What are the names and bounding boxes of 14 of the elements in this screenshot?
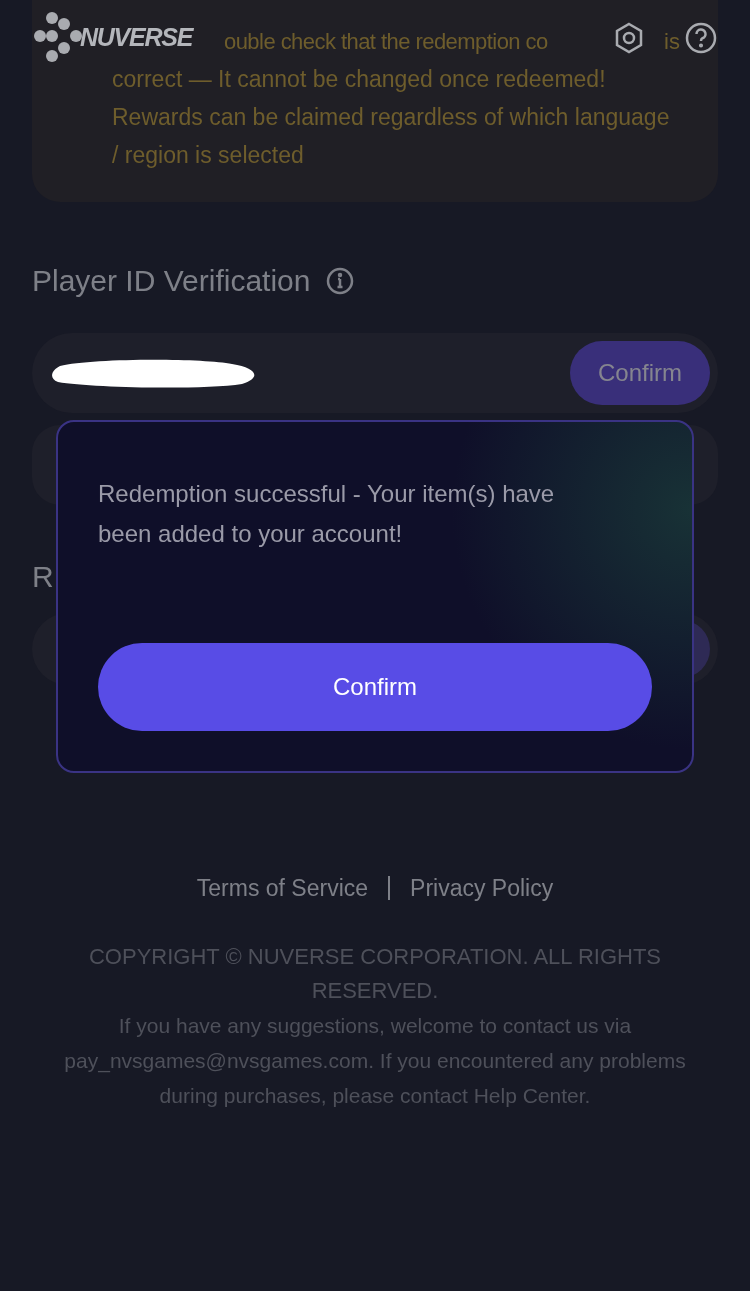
info-icon bbox=[326, 266, 355, 295]
notice-text: correct — It cannot be changed once redeemed! Rewards can be claimed regardless of which language / region is selected bbox=[112, 65, 671, 170]
brand-logo: NUVERSE bbox=[80, 22, 193, 54]
confirm-button[interactable]: Confirm bbox=[570, 341, 710, 405]
notice-text: ouble check that the redemption co bbox=[224, 27, 548, 56]
terms-link[interactable]: Terms of Service bbox=[196, 871, 369, 906]
help-icon[interactable] bbox=[684, 21, 718, 55]
confirm-button[interactable]: Confirm bbox=[98, 643, 652, 731]
dialog-message: Redemption successful - Your item(s) have been added to your account! bbox=[98, 479, 556, 549]
privacy-link[interactable]: Privacy Policy bbox=[410, 871, 554, 906]
notice-text: is bbox=[664, 27, 680, 56]
section-heading: Player ID Verification bbox=[32, 263, 311, 299]
section-heading: R bbox=[32, 559, 55, 595]
player-id-field[interactable]: Confirm bbox=[32, 333, 718, 413]
